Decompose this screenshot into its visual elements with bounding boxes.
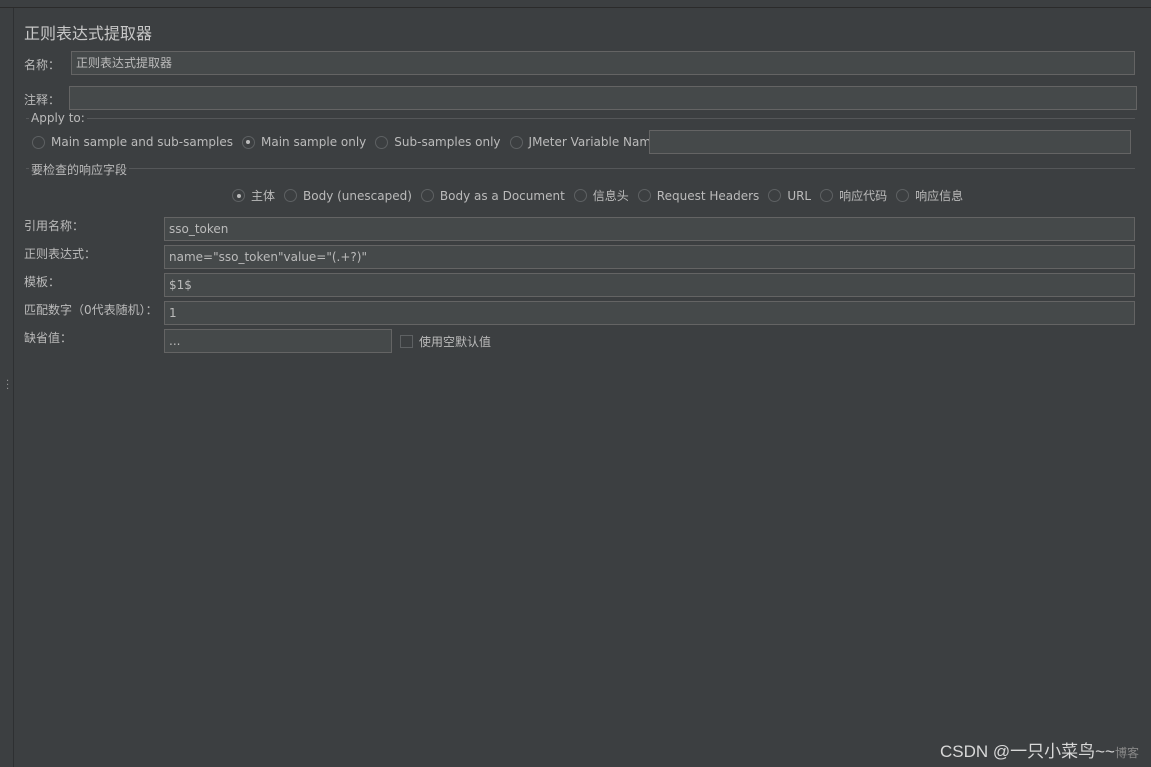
radio-icon <box>420 189 434 202</box>
radio-icon <box>573 189 587 202</box>
radio-body[interactable]: 主体 <box>232 187 275 204</box>
match-number-label: 匹配数字（0代表随机）： <box>24 303 158 317</box>
reference-name-input[interactable]: sso_token <box>164 217 1135 241</box>
radio-icon <box>284 189 298 202</box>
comment-input[interactable] <box>69 86 1137 110</box>
radio-label: 响应代码 <box>839 189 888 203</box>
radio-main-only[interactable]: Main sample only <box>241 135 367 149</box>
jmeter-variable-input[interactable] <box>649 130 1131 154</box>
page-title: 正则表达式提取器 <box>24 24 153 43</box>
radio-icon <box>768 189 782 202</box>
radio-icon <box>896 189 910 202</box>
checkbox-label: 使用空默认值 <box>419 335 492 349</box>
radio-icon <box>509 135 523 149</box>
radio-icon <box>32 135 45 149</box>
field-check-group: 主体 Body (unescaped) Body as a Document 信… <box>232 187 963 204</box>
apply-to-legend: Apply to: <box>29 111 87 125</box>
radio-body-document[interactable]: Body as a Document <box>420 188 565 203</box>
radio-label: Main sample and sub-samples <box>51 135 233 149</box>
radio-icon <box>820 189 834 202</box>
template-label: 模板： <box>24 275 61 289</box>
template-input[interactable]: $1$ <box>164 273 1135 297</box>
toolbar <box>0 0 1151 8</box>
default-value-label: 缺省值： <box>24 331 73 345</box>
radio-label: 主体 <box>251 189 276 203</box>
radio-response-message[interactable]: 响应信息 <box>896 187 963 204</box>
radio-label: Request Headers <box>656 188 760 203</box>
watermark-faint-text: 博客 <box>1114 746 1139 760</box>
regex-label: 正则表达式： <box>24 247 97 261</box>
name-input[interactable]: 正则表达式提取器 <box>71 51 1135 75</box>
radio-headers[interactable]: 信息头 <box>573 187 629 204</box>
radio-request-headers[interactable]: Request Headers <box>637 188 760 203</box>
radio-icon <box>375 135 389 149</box>
name-label: 名称： <box>24 58 61 72</box>
radio-url[interactable]: URL <box>768 189 811 203</box>
match-number-input[interactable]: 1 <box>164 301 1135 325</box>
radio-selected-icon <box>232 189 245 202</box>
radio-label: Main sample only <box>260 135 367 149</box>
use-empty-default-checkbox[interactable]: 使用空默认值 <box>400 333 491 350</box>
drag-handle-icon[interactable]: · · · <box>6 377 9 395</box>
radio-selected-icon <box>241 135 255 149</box>
radio-main-and-sub[interactable]: Main sample and sub-samples <box>32 135 233 149</box>
radio-label: Body (unescaped) <box>303 188 412 203</box>
field-check-legend: 要检查的响应字段 <box>29 161 130 178</box>
comment-label: 注释： <box>24 93 61 107</box>
reference-name-label: 引用名称： <box>24 219 85 233</box>
watermark: CSDN @一只小菜鸟~~博客 <box>940 737 1139 762</box>
radio-label: 响应信息 <box>915 189 964 203</box>
checkbox-icon <box>400 335 413 348</box>
apply-to-divider <box>26 118 1135 119</box>
radio-sub-only[interactable]: Sub-samples only <box>375 135 501 149</box>
radio-body-unescaped[interactable]: Body (unescaped) <box>284 189 412 203</box>
radio-label: 信息头 <box>592 189 629 203</box>
default-value-input[interactable]: ... <box>164 329 392 353</box>
radio-label: Sub-samples only <box>394 135 501 149</box>
radio-label: URL <box>787 188 812 203</box>
watermark-text: CSDN @一只小菜鸟~~ <box>939 742 1115 761</box>
radio-icon <box>637 189 651 202</box>
radio-label: Body as a Document <box>439 188 565 203</box>
radio-response-code[interactable]: 响应代码 <box>820 187 887 204</box>
regex-input[interactable]: name="sso_token"value="(.+?)" <box>164 245 1135 269</box>
apply-to-group: Main sample and sub-samples Main sample … <box>32 135 699 149</box>
field-check-divider <box>26 168 1135 169</box>
